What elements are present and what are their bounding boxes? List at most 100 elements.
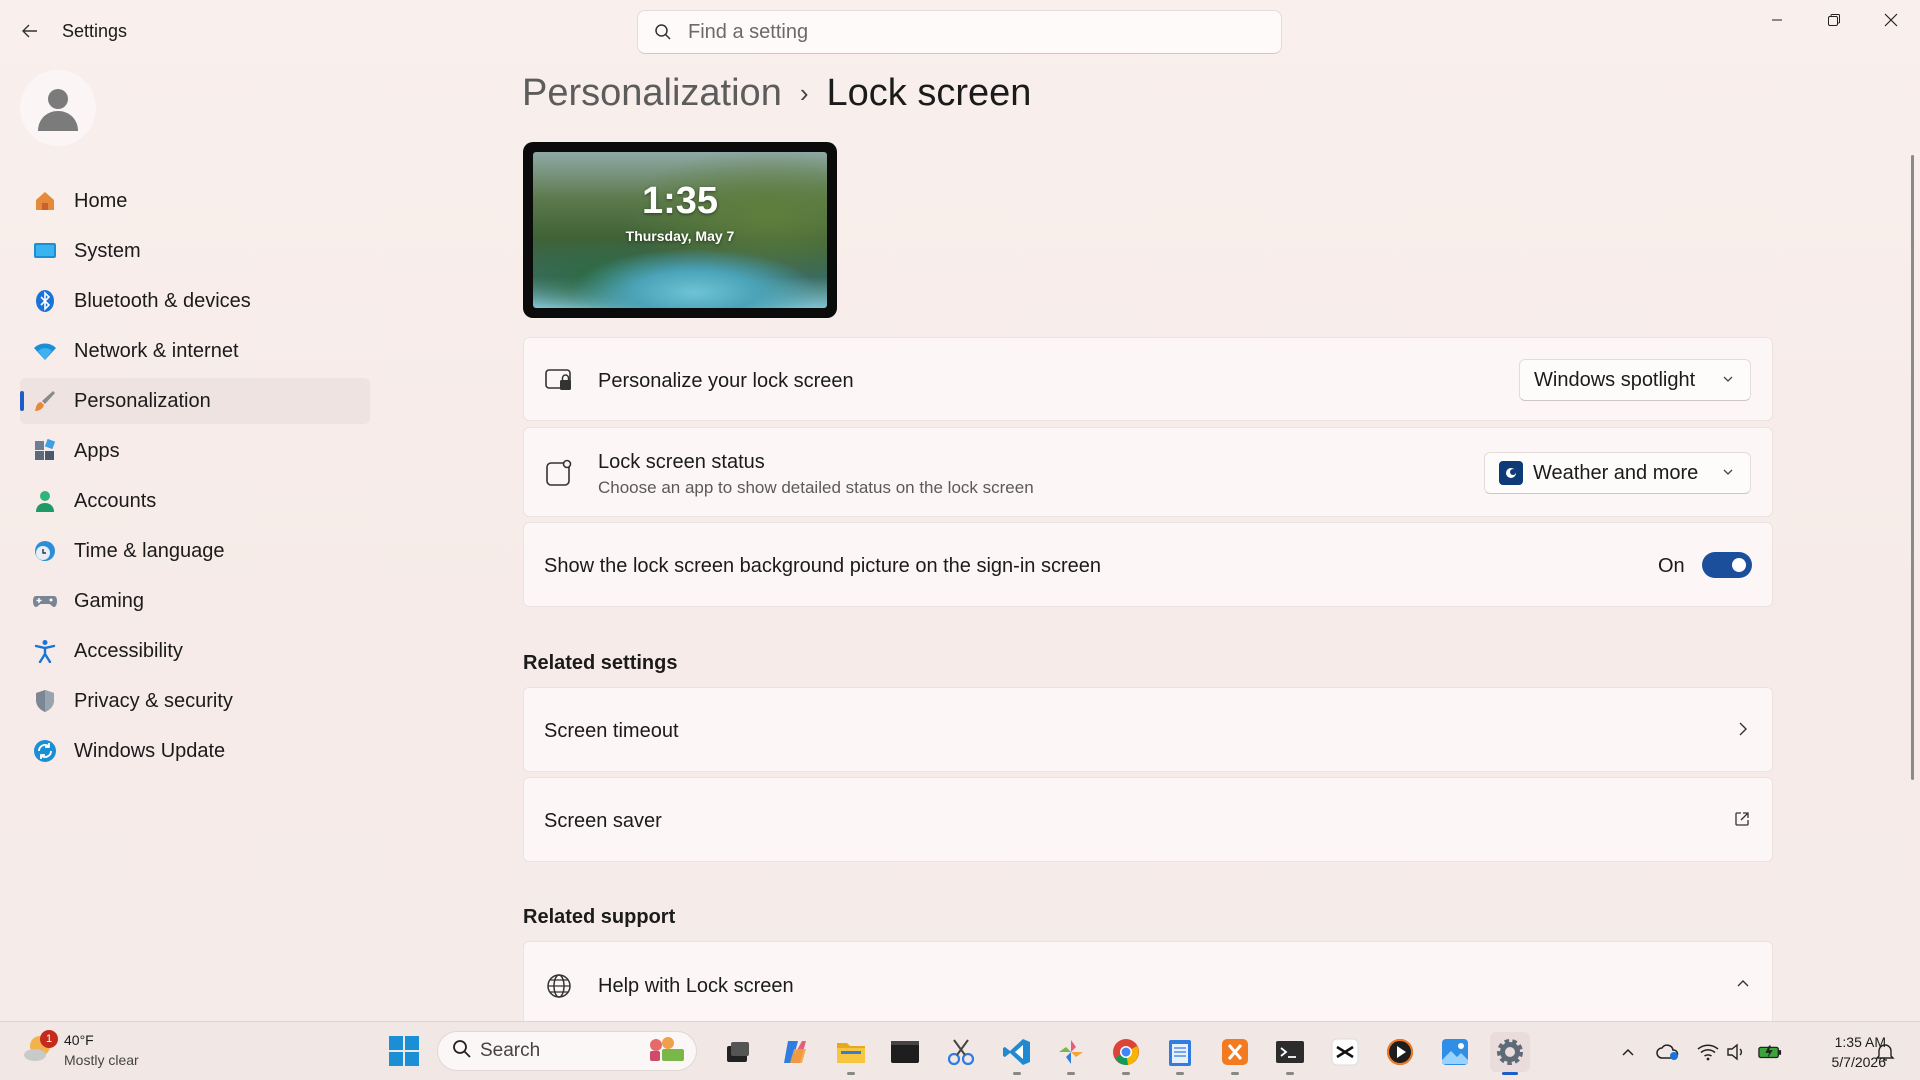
sidebar-item-bluetooth[interactable]: Bluetooth & devices [20, 278, 370, 324]
taskbar-terminal-dark[interactable] [885, 1032, 925, 1072]
minimize-button[interactable] [1748, 0, 1806, 40]
taskbar-file-explorer[interactable] [831, 1032, 871, 1075]
sidebar-item-label: Bluetooth & devices [74, 289, 251, 312]
sidebar-item-privacy[interactable]: Privacy & security [20, 678, 370, 724]
sidebar-item-label: Gaming [74, 589, 145, 612]
taskbar-media-player[interactable] [1380, 1032, 1420, 1072]
sidebar-item-personalization[interactable]: Personalization [20, 378, 370, 424]
screen-timeout-link[interactable]: Screen timeout [523, 687, 1773, 772]
wifi-icon [32, 338, 58, 364]
breadcrumb: Personalization › Lock screen [522, 72, 1031, 115]
taskbar-windows-terminal[interactable] [1270, 1032, 1310, 1075]
taskbar-xampp[interactable] [1215, 1032, 1255, 1075]
back-button[interactable] [14, 15, 46, 47]
restore-button[interactable] [1805, 0, 1863, 40]
preview-date: Thursday, May 7 [625, 228, 735, 244]
sidebar-item-time-language[interactable]: Time & language [20, 528, 370, 574]
sidebar-item-label: Accounts [74, 489, 157, 512]
taskbar-snipping-tool[interactable] [941, 1032, 981, 1072]
sidebar-item-apps[interactable]: Apps [20, 428, 370, 474]
sidebar-item-accessibility[interactable]: Accessibility [20, 628, 370, 674]
cloud-icon [1656, 1044, 1679, 1060]
chevron-down-icon [1722, 465, 1734, 481]
signin-background-title: Show the lock screen background picture … [544, 555, 1101, 577]
terminal-icon [1276, 1041, 1304, 1063]
taskbar-vscode[interactable] [997, 1032, 1037, 1075]
avatar[interactable] [20, 70, 96, 146]
sidebar-item-label: Network & internet [74, 339, 239, 362]
notifications-button[interactable] [1873, 1040, 1897, 1064]
sidebar-item-label: Time & language [74, 539, 225, 562]
shield-icon [32, 688, 58, 714]
chevron-up-icon [1622, 1048, 1634, 1056]
status-subtitle: Choose an app to show detailed status on… [598, 478, 1034, 497]
show-hidden-icons-button[interactable] [1616, 1040, 1640, 1064]
weather-app-icon [1499, 461, 1523, 485]
sidebar-item-label: Personalization [74, 389, 211, 412]
taskbar-app-colorful[interactable] [1051, 1032, 1091, 1075]
sidebar-item-network[interactable]: Network & internet [20, 328, 370, 374]
taskbar-chrome[interactable] [1106, 1032, 1146, 1075]
taskbar-search[interactable]: Search [437, 1031, 697, 1071]
taskbar-settings[interactable] [1490, 1032, 1530, 1075]
screen-saver-link[interactable]: Screen saver [523, 777, 1773, 862]
taskbar: 1 40°F Mostly clear Search 1:35 AM 5/7/2… [0, 1021, 1920, 1080]
screen-timeout-label: Screen timeout [544, 720, 679, 742]
xampp-icon [1222, 1039, 1248, 1065]
signin-background-toggle[interactable] [1702, 552, 1752, 578]
running-indicator [1067, 1072, 1075, 1075]
restore-icon [1828, 14, 1840, 26]
taskbar-photos[interactable] [1435, 1032, 1475, 1072]
status-icon [544, 458, 574, 488]
taskbar-notepad[interactable] [1160, 1032, 1200, 1075]
weather-condition: Mostly clear [64, 1052, 139, 1068]
close-button[interactable] [1862, 0, 1920, 40]
home-icon [32, 188, 58, 214]
speaker-icon [1727, 1043, 1742, 1061]
weather-notification-badge: 1 [40, 1030, 58, 1048]
globe-clock-icon [32, 538, 58, 564]
settings-gear-icon [1497, 1039, 1523, 1065]
preview-image: 1:35 Thursday, May 7 [533, 152, 827, 308]
taskbar-task-view[interactable] [718, 1032, 758, 1072]
notepad-icon [1169, 1040, 1191, 1066]
search-icon [452, 1039, 472, 1064]
battery-tray[interactable] [1758, 1040, 1782, 1064]
breadcrumb-parent-link[interactable]: Personalization [522, 72, 782, 115]
status-dropdown[interactable]: Weather and more [1484, 452, 1751, 494]
title-bar: Settings [0, 0, 1920, 64]
sidebar-item-accounts[interactable]: Accounts [20, 478, 370, 524]
apps-icon [32, 438, 58, 464]
running-indicator [1122, 1072, 1130, 1075]
sidebar-item-gaming[interactable]: Gaming [20, 578, 370, 624]
sidebar-item-system[interactable]: System [20, 228, 370, 274]
personalize-dropdown[interactable]: Windows spotlight [1519, 359, 1751, 401]
settings-search-box[interactable] [637, 10, 1282, 54]
taskbar-capcut[interactable] [1325, 1032, 1365, 1072]
brush-icon [32, 388, 58, 414]
search-input[interactable] [688, 20, 1248, 44]
onedrive-tray[interactable] [1656, 1040, 1680, 1064]
chevron-up-icon[interactable] [1736, 976, 1750, 994]
vscode-icon [1003, 1039, 1030, 1065]
running-indicator [1286, 1072, 1294, 1075]
back-arrow-icon [22, 24, 37, 38]
user-icon [38, 89, 78, 131]
wifi-tray[interactable] [1696, 1040, 1720, 1064]
sidebar-item-home[interactable]: Home [20, 178, 370, 224]
scrollbar[interactable] [1911, 155, 1914, 780]
sidebar-item-label: Apps [74, 439, 120, 462]
media-player-icon [1387, 1039, 1413, 1065]
sidebar-item-windows-update[interactable]: Windows Update [20, 728, 370, 774]
help-lock-screen-expander[interactable]: Help with Lock screen [523, 941, 1773, 1021]
volume-tray[interactable] [1724, 1040, 1748, 1064]
weather-widget[interactable]: 1 40°F Mostly clear [22, 1030, 139, 1070]
taskbar-copilot[interactable] [775, 1032, 815, 1072]
signin-background-card: Show the lock screen background picture … [523, 522, 1773, 607]
search-highlight-icon [646, 1035, 688, 1068]
start-button[interactable] [388, 1035, 422, 1069]
sidebar-nav: Home System Bluetooth & devices Network … [20, 178, 370, 778]
running-indicator [1502, 1072, 1518, 1075]
folder-icon [837, 1043, 865, 1063]
page-title: Lock screen [826, 72, 1032, 114]
